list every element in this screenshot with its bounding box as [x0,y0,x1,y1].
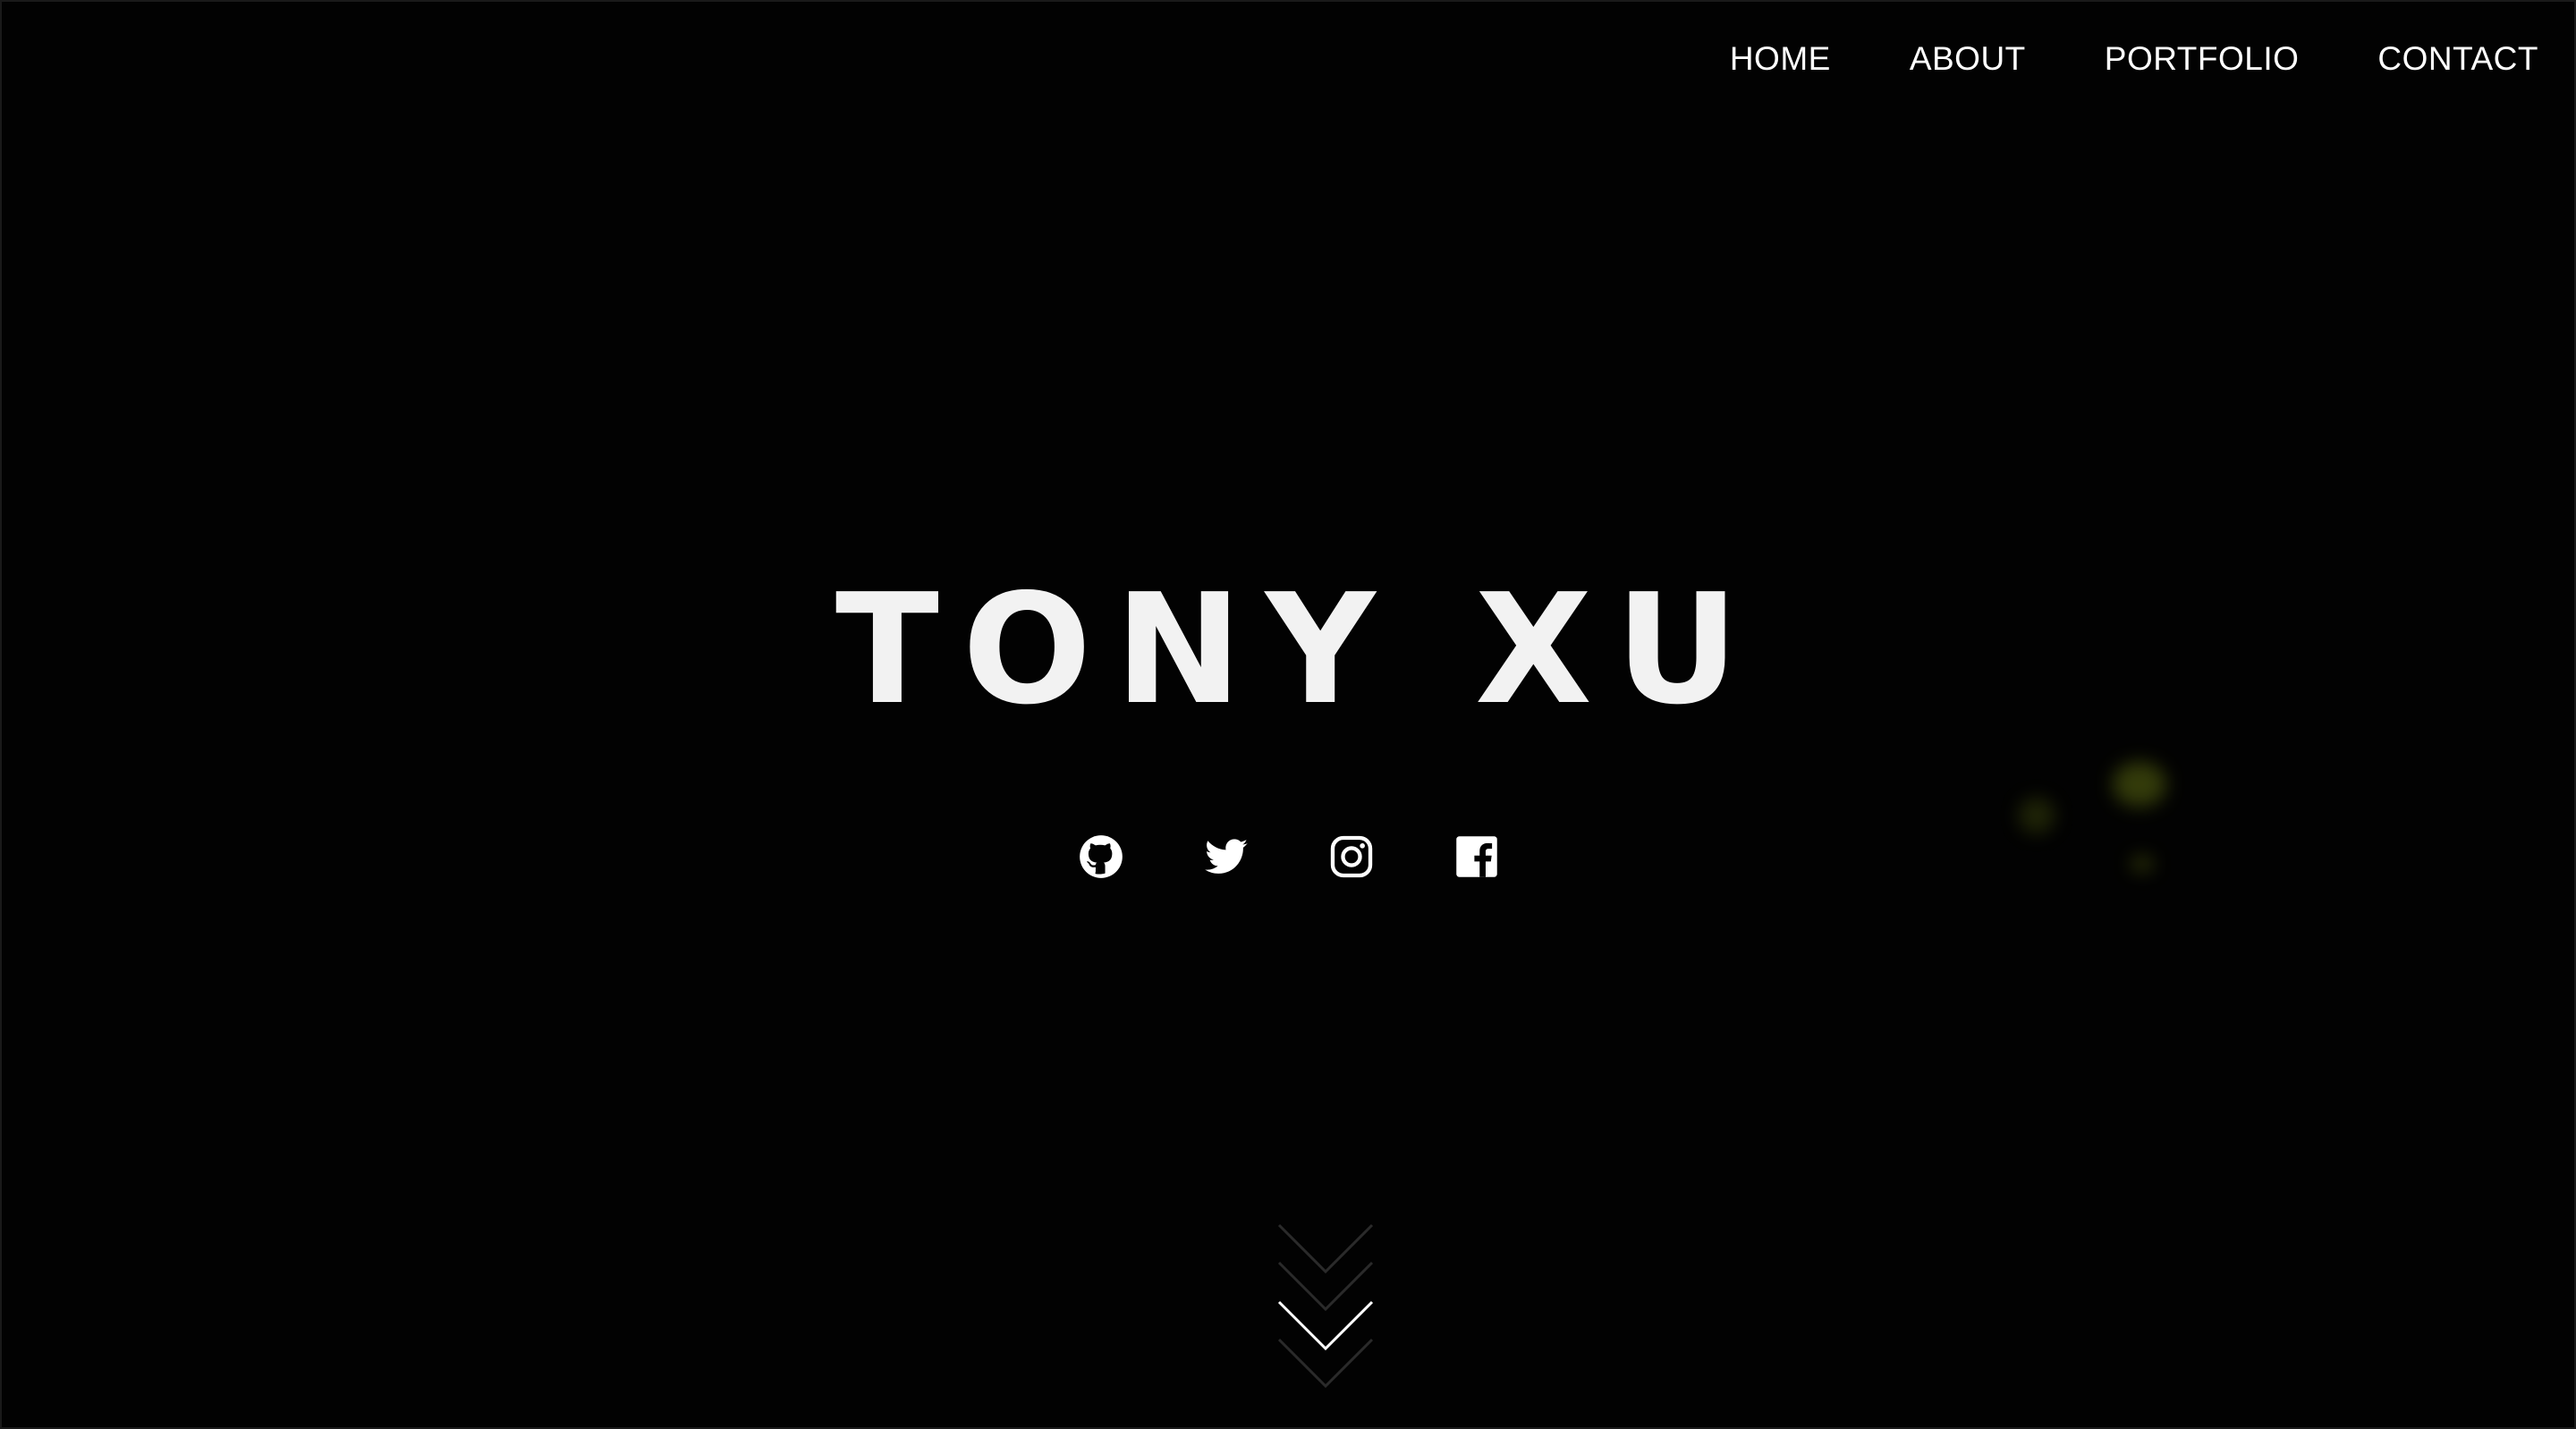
nav-link-about[interactable]: ABOUT [1910,36,2026,82]
top-navigation: HOME ABOUT PORTFOLIO CONTACT [1730,36,2538,82]
hero-section: HOME ABOUT PORTFOLIO CONTACT TONY XU [0,0,2576,1429]
social-links [1078,833,1500,880]
background-light-spot [2019,798,2055,833]
nav-link-contact[interactable]: CONTACT [2377,36,2538,82]
chevron-down-icon [1277,1223,1374,1389]
nav-link-home[interactable]: HOME [1730,36,1831,82]
background-light-spot [2113,762,2166,807]
scroll-down-indicator[interactable] [1272,1220,1379,1399]
twitter-icon[interactable] [1203,833,1250,880]
background-light-spot [2131,856,2154,872]
facebook-icon[interactable] [1453,833,1500,880]
nav-link-portfolio[interactable]: PORTFOLIO [2105,36,2300,82]
instagram-icon[interactable] [1328,833,1375,880]
hero-title: TONY XU [835,562,1763,739]
github-icon[interactable] [1078,833,1124,880]
